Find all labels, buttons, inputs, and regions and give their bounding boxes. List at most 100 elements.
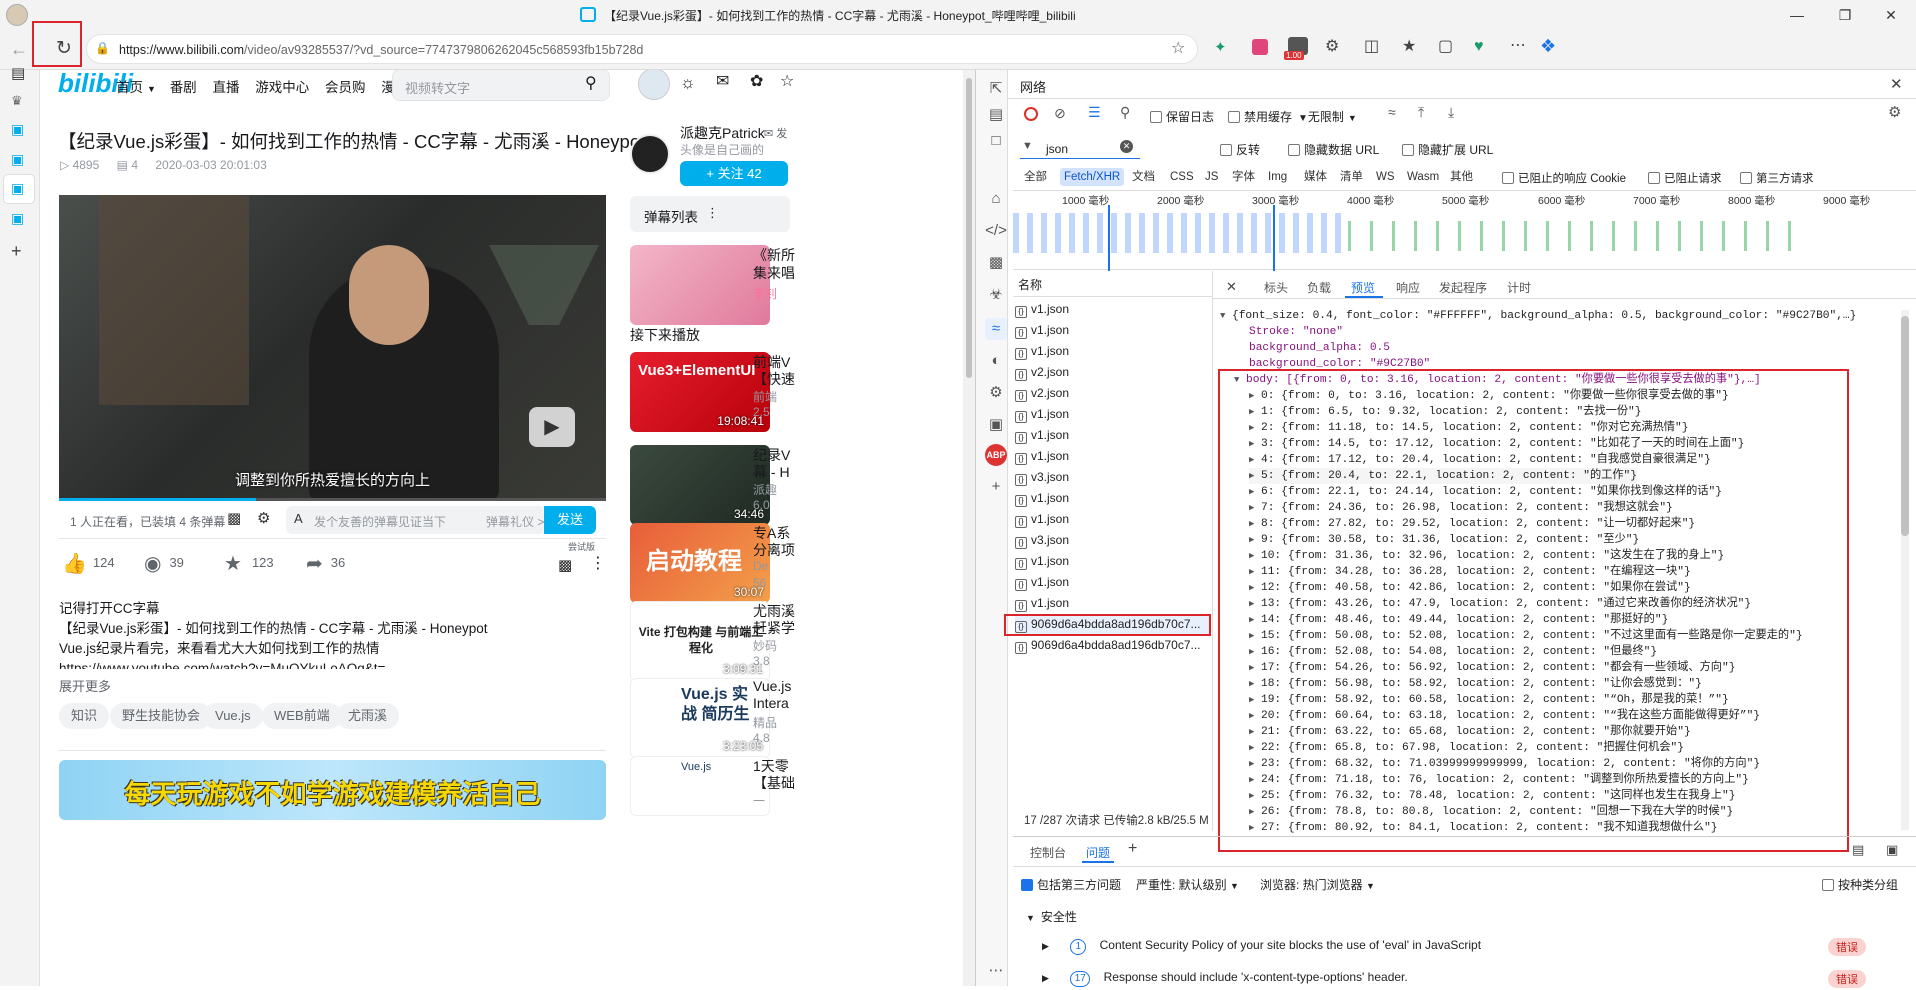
favorite-star-icon[interactable]: ☆ [1171, 41, 1185, 57]
tag-chip[interactable]: 野生技能协会 [110, 703, 213, 729]
bili-tab-icon[interactable]: ▣ [11, 181, 24, 195]
nav-home[interactable]: 首页 [116, 80, 143, 95]
group-by-kind-box[interactable] [1822, 879, 1834, 891]
disable-cache-box[interactable] [1228, 111, 1240, 123]
preview-scrollbar[interactable] [1901, 310, 1909, 830]
tab-actions-icon[interactable]: ▤ [11, 66, 25, 81]
elements-icon[interactable]: </> [985, 220, 1007, 242]
dynamic-icon[interactable]: ☼ [680, 74, 696, 91]
favorite-button[interactable]: ★ 123 [224, 554, 274, 574]
import-har-icon[interactable]: ⤒ [1418, 105, 1424, 119]
related-thumb[interactable]: Vue3+ElementUI 19:08:41 [630, 352, 770, 432]
bili-tab-icon[interactable]: ▣ [11, 152, 24, 166]
danmaku-toggle-icon[interactable]: ▩ [227, 511, 241, 526]
issue-row[interactable]: ▶ 17 Response should include 'x-content-… [1042, 970, 1902, 990]
close-devtools-icon[interactable]: ✕ [1890, 77, 1903, 92]
blocked-requests-box[interactable] [1648, 172, 1660, 184]
blocked-cookies-box[interactable] [1502, 172, 1514, 184]
type-filter-media[interactable]: 媒体 [1300, 168, 1331, 186]
minimize-icon[interactable]: — [1774, 0, 1820, 30]
security-section-header[interactable]: ▼ 安全性 [1026, 908, 1077, 925]
scroll-thumb[interactable] [966, 78, 972, 378]
settings-gear-icon[interactable]: ⚙ [985, 382, 1007, 404]
issue-row[interactable]: ▶ 1 Content Security Policy of your site… [1042, 938, 1902, 958]
preview-scroll-thumb[interactable] [1901, 316, 1909, 536]
related-thumb[interactable]: 启动教程 30:07 [630, 523, 770, 603]
related-thumb[interactable]: 34:46 [630, 445, 770, 525]
tag-chip[interactable]: 尤雨溪 [336, 703, 400, 729]
nav-live[interactable]: 直播 [212, 80, 239, 95]
tab-preview[interactable]: 预览 [1351, 279, 1375, 296]
device-icon[interactable]: ▤ [985, 104, 1007, 126]
type-filter-doc[interactable]: 文档 [1128, 168, 1159, 186]
type-filter-fetch[interactable]: Fetch/XHR [1060, 168, 1125, 186]
related-thumb[interactable]: Vite 打包构建 与前端工程化 3:09:31 [630, 601, 770, 681]
request-row[interactable]: {} v1.json [1015, 425, 1210, 446]
request-row[interactable]: {} 9069d6a4bdda8ad196db70c7... [1015, 635, 1210, 656]
robot-icon[interactable]: ▩ [558, 558, 572, 573]
application-icon[interactable]: ▣ [985, 414, 1007, 436]
blocked-requests-checkbox[interactable]: 已阻止请求 [1648, 170, 1722, 186]
new-tab-icon[interactable]: + [11, 242, 22, 260]
ad-banner[interactable]: 每天玩游戏不如学游戏建模养活自己 [59, 760, 606, 820]
split-screen-icon[interactable]: ◫ [1364, 39, 1379, 55]
request-row[interactable]: {} v1.json [1015, 446, 1210, 467]
type-filter-css[interactable]: CSS [1166, 168, 1198, 186]
type-filter-img[interactable]: Img [1264, 168, 1291, 186]
danmaku-etiquette-link[interactable]: 弹幕礼仪 > [486, 513, 544, 530]
message-icon[interactable]: ✉ [716, 74, 729, 90]
desc-link[interactable]: https://www.youtube.com/watch?v=MuOYkuLo… [59, 659, 606, 669]
user-avatar[interactable] [638, 70, 670, 100]
danmaku-settings-icon[interactable]: ⚙ [257, 511, 270, 526]
follow-button[interactable]: + 关注 42 [680, 161, 788, 186]
third-party-box[interactable] [1740, 172, 1752, 184]
search-network-icon[interactable]: ⚲ [1120, 105, 1130, 119]
extension-tracker-icon[interactable]: ✦ [1214, 40, 1227, 55]
drawer-tab-console[interactable]: 控制台 [1030, 844, 1066, 861]
browser-select[interactable]: 浏览器: 热门浏览器 ▼ [1260, 876, 1375, 893]
expand-more-link[interactable]: 展开更多 [59, 676, 111, 695]
profile-avatar[interactable] [6, 4, 28, 26]
related-title[interactable]: 《新所 [753, 245, 813, 265]
include-third-party-box[interactable] [1021, 879, 1033, 891]
request-row[interactable]: {} v1.json [1015, 488, 1210, 509]
type-filter-ws[interactable]: WS [1372, 168, 1399, 186]
video-player[interactable]: ▶ 调整到你所热爱擅长的方向上 [59, 195, 606, 501]
tab-initiator[interactable]: 发起程序 [1439, 279, 1487, 296]
favorites-icon[interactable]: ★ [1402, 39, 1416, 55]
filter-input[interactable]: ▼ json ✕ [1020, 139, 1140, 159]
extensions-puzzle-icon[interactable]: ⚙ [1325, 39, 1339, 55]
type-filter-all[interactable]: 全部 [1020, 168, 1051, 186]
crown-icon[interactable]: ♛ [11, 94, 23, 107]
performance-tab-icon[interactable]: ◐ [985, 350, 1007, 372]
tag-chip[interactable]: 知识 [59, 703, 110, 729]
request-row[interactable]: {} v3.json [1015, 467, 1210, 488]
preserve-log-box[interactable] [1150, 111, 1162, 123]
request-row[interactable]: {} v1.json [1015, 593, 1210, 614]
tab-headers[interactable]: 标头 [1264, 279, 1288, 296]
network-icon[interactable]: ≈ [985, 318, 1007, 340]
preserve-log-checkbox[interactable]: 保留日志 [1150, 108, 1214, 125]
danmaku-list-toggle[interactable]: 弹幕列表 ⋮ [630, 196, 790, 232]
dock-drawer-icon[interactable]: ▤ [1852, 843, 1864, 856]
nav-game[interactable]: 游戏中心 [255, 80, 309, 95]
panel-icon[interactable]: □ [985, 130, 1007, 152]
tag-chip[interactable]: Vue.js [203, 703, 263, 729]
more-options-icon[interactable]: ⋮ [590, 556, 606, 572]
request-row[interactable]: {} v1.json [1015, 299, 1210, 320]
more-tools-icon[interactable]: ⋯ [985, 960, 1007, 982]
export-har-icon[interactable]: ⤓ [1448, 105, 1454, 119]
close-window-icon[interactable]: ✕ [1868, 0, 1914, 30]
request-row[interactable]: {} v1.json [1015, 572, 1210, 593]
like-button[interactable]: 👍 124 [62, 554, 115, 574]
nav-anime[interactable]: 番剧 [170, 80, 197, 95]
add-tool-icon[interactable]: + [985, 476, 1007, 498]
copilot-icon[interactable]: ❖ [1540, 37, 1556, 55]
page-scrollbar[interactable] [963, 70, 975, 986]
extension-pink-icon[interactable] [1252, 39, 1268, 55]
request-row[interactable]: {} v1.json [1015, 320, 1210, 341]
coin-button[interactable]: ◉ 39 [144, 554, 184, 574]
tab-payload[interactable]: 负载 [1307, 279, 1331, 296]
related-title[interactable]: Vue.js [753, 678, 813, 694]
hide-data-url-box[interactable] [1288, 144, 1300, 156]
